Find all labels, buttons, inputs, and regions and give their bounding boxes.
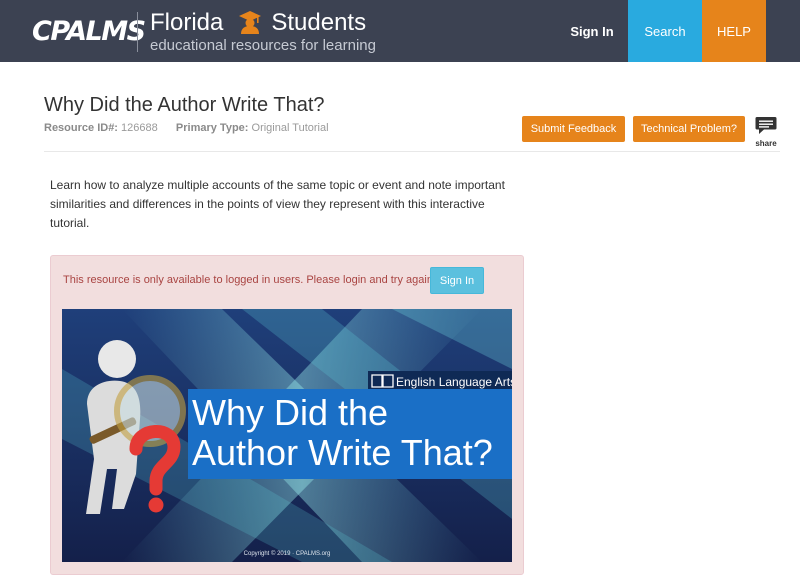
resource-meta: Resource ID#: 126688 Primary Type: Origi… bbox=[44, 122, 329, 134]
primary-type-label: Primary Type: bbox=[175, 122, 249, 134]
resource-id-value: 126688 bbox=[121, 122, 158, 134]
banner-title-line1: Why Did the bbox=[192, 392, 389, 433]
brand-title-students: Students bbox=[271, 9, 367, 36]
resource-id-label: Resource ID#: bbox=[44, 122, 118, 134]
share-button[interactable]: share bbox=[754, 116, 778, 148]
banner-title: Why Did the Author Write That? bbox=[188, 389, 512, 479]
technical-problem-button[interactable]: Technical Problem? bbox=[633, 116, 745, 142]
tutorial-banner-image[interactable]: English Language Arts Why Did the Author… bbox=[62, 309, 512, 562]
banner-title-line2: Author Write That? bbox=[192, 432, 493, 473]
submit-feedback-button[interactable]: Submit Feedback bbox=[522, 116, 625, 142]
share-label: share bbox=[755, 139, 777, 148]
brand-divider bbox=[137, 12, 138, 52]
page-title: Why Did the Author Write That? bbox=[44, 94, 325, 116]
alert-sign-in-button[interactable]: Sign In bbox=[430, 267, 484, 294]
divider bbox=[44, 151, 780, 152]
nav-sign-in-button[interactable]: Sign In bbox=[558, 0, 626, 62]
student-icon bbox=[239, 11, 261, 34]
nav-help-button[interactable]: HELP bbox=[702, 0, 766, 62]
top-navbar: CPALMS Florida Students educational resou… bbox=[0, 0, 800, 62]
subject-label: English Language Arts bbox=[396, 375, 512, 389]
login-alert: This resource is only available to logge… bbox=[50, 255, 524, 575]
alert-message: This resource is only available to logge… bbox=[63, 274, 436, 286]
share-speech-icon bbox=[755, 117, 777, 134]
primary-type-value: Original Tutorial bbox=[251, 122, 329, 134]
brand-title-florida: Florida bbox=[150, 9, 224, 36]
cpalms-logo[interactable]: CPALMS bbox=[32, 16, 146, 47]
brand-subtitle: educational resources for learning bbox=[150, 37, 376, 54]
banner-copyright: Copyright © 2019 · CPALMS.org bbox=[243, 551, 331, 557]
nav-search-button[interactable]: Search bbox=[628, 0, 702, 62]
resource-description: Learn how to analyze multiple accounts o… bbox=[50, 178, 505, 230]
